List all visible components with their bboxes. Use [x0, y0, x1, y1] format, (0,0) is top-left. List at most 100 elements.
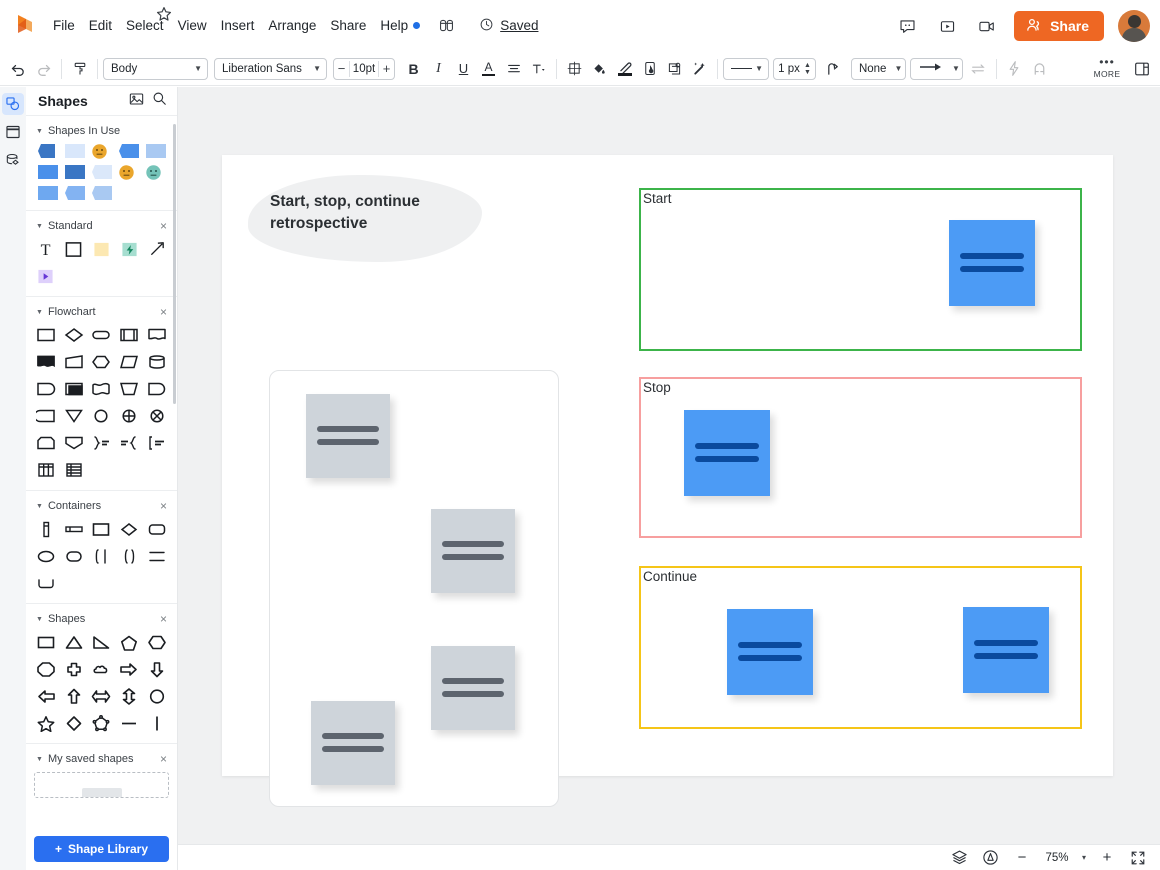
parking-container[interactable] [269, 370, 559, 807]
title-blob-text[interactable]: Start, stop, continue retrospective [270, 191, 470, 236]
menu-file[interactable]: File [46, 14, 82, 37]
share-button[interactable]: Share [1014, 11, 1104, 41]
fc-document[interactable] [146, 325, 168, 345]
swatch-hex-light[interactable] [92, 186, 112, 200]
fc-delay[interactable] [35, 379, 57, 399]
swatch-rect-pale-blue[interactable] [65, 144, 85, 158]
line-weight-stepper[interactable]: 1 px ▲▼ [773, 58, 816, 80]
fc-brace-right[interactable] [90, 433, 112, 453]
fc-bracket[interactable] [146, 433, 168, 453]
swatch-emoji-teal[interactable] [146, 165, 166, 179]
layers-icon[interactable] [950, 848, 970, 868]
chevron-down-icon[interactable]: ▼ [36, 309, 43, 316]
shapes-panel-scroll[interactable]: ▼ Shapes In Use [26, 115, 177, 828]
document-board[interactable]: Start, stop, continue retrospective [222, 155, 1113, 776]
frame-icon[interactable] [2, 121, 24, 143]
gray-note-1[interactable] [306, 394, 390, 478]
chevron-down-icon[interactable]: ▾ [1082, 853, 1086, 862]
canvas-area[interactable]: Start, stop, continue retrospective [178, 87, 1160, 844]
search-icon[interactable] [152, 91, 167, 111]
text-options-icon[interactable] [526, 56, 551, 81]
zoom-out-button[interactable]: − [1012, 848, 1032, 868]
close-icon[interactable]: × [160, 754, 167, 764]
chevron-down-icon[interactable]: ▼ [36, 756, 43, 763]
magnet-icon[interactable] [1027, 56, 1052, 81]
sh-rectangle[interactable] [35, 632, 57, 652]
gray-note-4[interactable] [311, 701, 395, 785]
fc-loop-limit[interactable] [35, 433, 57, 453]
shape-text[interactable]: T [35, 239, 57, 259]
sh-arrow-left[interactable] [35, 686, 57, 706]
fc-extract[interactable] [63, 406, 85, 426]
text-align-icon[interactable] [501, 56, 526, 81]
sh-line-v[interactable] [146, 713, 168, 733]
menu-select[interactable]: Select [119, 14, 171, 37]
zoom-in-button[interactable]: + [1097, 848, 1117, 868]
swatch-emoji-neutral-2[interactable] [119, 165, 139, 179]
sh-arrow-down[interactable] [146, 659, 168, 679]
shadow-icon[interactable] [662, 56, 687, 81]
fc-connector[interactable] [90, 406, 112, 426]
undo-icon[interactable] [6, 56, 31, 81]
right-panel-icon[interactable] [1129, 56, 1154, 81]
panel-scrollbar[interactable] [173, 124, 176, 404]
shape-play[interactable] [35, 266, 57, 286]
font-size-increase[interactable]: + [379, 59, 394, 79]
underline-button[interactable]: U [451, 56, 476, 81]
ct-bottom-bracket[interactable] [35, 573, 57, 593]
chevron-down-icon[interactable]: ▼ [36, 128, 43, 135]
opacity-icon[interactable] [637, 56, 662, 81]
line-style-select[interactable]: ▼ [723, 58, 769, 80]
swatch-emoji-neutral[interactable] [92, 144, 112, 158]
group-start-label[interactable]: Start [643, 190, 672, 207]
fc-direct-data[interactable] [146, 352, 168, 372]
gray-note-3[interactable] [431, 646, 515, 730]
line-color-icon[interactable] [612, 56, 637, 81]
ct-ellipse[interactable] [35, 546, 57, 566]
ct-rectangle[interactable] [90, 519, 112, 539]
bold-button[interactable]: B [401, 56, 426, 81]
ct-vertical-brackets[interactable] [90, 546, 112, 566]
present-icon[interactable] [934, 13, 960, 39]
swap-endpoints-icon[interactable] [966, 56, 991, 81]
ct-rounded[interactable] [146, 519, 168, 539]
sh-right-triangle[interactable] [90, 632, 112, 652]
blue-note-start-1[interactable] [949, 220, 1035, 306]
fc-process[interactable] [35, 325, 57, 345]
fc-predefined-process[interactable] [118, 325, 140, 345]
chevron-down-icon[interactable]: ▼ [36, 503, 43, 510]
swatch-rect-blue-2[interactable] [38, 186, 58, 200]
sh-cloud[interactable] [90, 659, 112, 679]
sh-arrow-ud[interactable] [118, 686, 140, 706]
close-icon[interactable]: × [160, 501, 167, 511]
line-weight-spin[interactable]: ▲▼ [804, 62, 815, 76]
magic-wand-icon[interactable] [687, 56, 712, 81]
ct-rounded-wide[interactable] [63, 546, 85, 566]
fc-merge[interactable] [63, 433, 85, 453]
fit-screen-icon[interactable] [1128, 848, 1148, 868]
sh-star[interactable] [35, 713, 57, 733]
fc-table-cols[interactable] [35, 460, 57, 480]
font-size-stepper[interactable]: − 10pt + [333, 58, 395, 80]
sh-arrow-up[interactable] [63, 686, 85, 706]
ct-round-brackets[interactable] [118, 546, 140, 566]
font-family-select[interactable]: Liberation Sans ▼ [214, 58, 327, 80]
close-icon[interactable]: × [160, 221, 167, 231]
menu-edit[interactable]: Edit [82, 14, 119, 37]
lightning-icon[interactable] [1002, 56, 1027, 81]
chevron-down-icon[interactable]: ▼ [36, 223, 43, 230]
shapes-tool[interactable] [2, 93, 24, 115]
sh-arrow-right[interactable] [118, 659, 140, 679]
sh-circle[interactable] [146, 686, 168, 706]
line-weight-value[interactable]: 1 px [774, 63, 804, 75]
font-size-decrease[interactable]: − [334, 59, 349, 79]
fc-manual-input[interactable] [63, 352, 85, 372]
shape-line-arrow[interactable] [146, 239, 168, 259]
zoom-value[interactable]: 75% [1043, 852, 1071, 864]
sh-hexagon[interactable] [146, 632, 168, 652]
fc-data[interactable] [118, 352, 140, 372]
swatch-rect-blue[interactable] [38, 165, 58, 179]
blue-note-continue-2[interactable] [963, 607, 1049, 693]
line-end-select[interactable]: ▼ [910, 58, 963, 80]
fc-paper-tape[interactable] [90, 379, 112, 399]
